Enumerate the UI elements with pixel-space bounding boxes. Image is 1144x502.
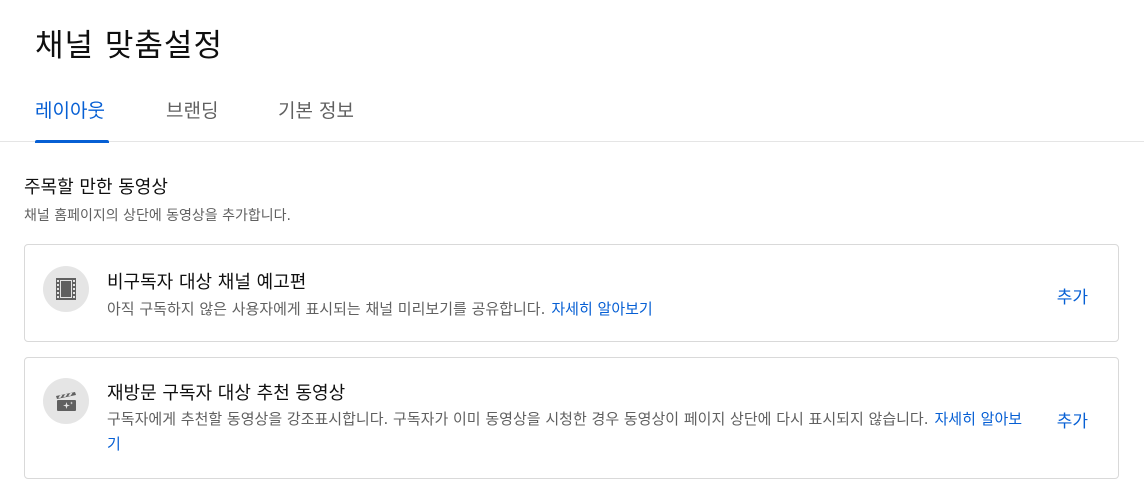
tab-bar: 레이아웃 브랜딩 기본 정보 (0, 78, 1144, 143)
tab-layout[interactable]: 레이아웃 (35, 96, 109, 143)
tab-basic-info[interactable]: 기본 정보 (278, 96, 354, 142)
card-description-text: 아직 구독하지 않은 사용자에게 표시되는 채널 미리보기를 공유합니다. (107, 300, 546, 318)
channel-trailer-card: 비구독자 대상 채널 예고편 아직 구독하지 않은 사용자에게 표시되는 채널 … (24, 244, 1119, 342)
page-title: 채널 맞춤설정 (35, 28, 223, 64)
learn-more-link[interactable]: 자세히 알아보기 (551, 300, 652, 318)
section-title: 주목할 만한 동영상 (24, 177, 168, 198)
featured-video-card: 재방문 구독자 대상 추천 동영상 구독자에게 추천할 동영상을 강조표시합니다… (24, 357, 1119, 479)
section-description: 채널 홈페이지의 상단에 동영상을 추가합니다. (24, 208, 291, 224)
add-button[interactable]: 추가 (1057, 283, 1088, 308)
card-description: 아직 구독하지 않은 사용자에게 표시되는 채널 미리보기를 공유합니다. 자세히… (107, 297, 1032, 322)
clapperboard-sparkle-icon (43, 378, 89, 424)
tab-branding[interactable]: 브랜딩 (166, 96, 218, 142)
card-description: 구독자에게 추천할 동영상을 강조표시합니다. 구독자가 이미 동영상을 시청한… (107, 407, 1032, 457)
card-description-text: 구독자에게 추천할 동영상을 강조표시합니다. 구독자가 이미 동영상을 시청한… (107, 410, 929, 428)
film-icon (43, 266, 89, 312)
channel-customization-page: 채널 맞춤설정 레이아웃 브랜딩 기본 정보 주목할 만한 동영상 채널 홈페이… (0, 0, 1144, 502)
add-button[interactable]: 추가 (1057, 407, 1088, 432)
card-title: 비구독자 대상 채널 예고편 (107, 272, 307, 293)
card-title: 재방문 구독자 대상 추천 동영상 (107, 383, 346, 404)
